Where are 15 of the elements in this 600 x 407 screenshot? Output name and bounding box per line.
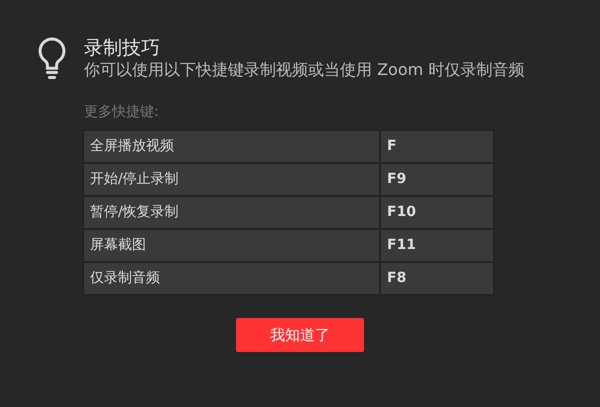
key-cell: F10 <box>381 197 493 228</box>
action-cell: 暂停/恢复录制 <box>84 197 379 228</box>
action-cell: 开始/停止录制 <box>84 164 379 195</box>
tip-description: 你可以使用以下快捷键录制视频或当使用 Zoom 时仅录制音频 <box>84 60 526 80</box>
got-it-button[interactable]: 我知道了 <box>236 318 364 352</box>
key-cell: F <box>381 131 493 162</box>
lightbulb-icon <box>36 36 68 80</box>
key-cell: F9 <box>381 164 493 195</box>
action-cell: 仅录制音频 <box>84 263 379 294</box>
key-cell: F11 <box>381 230 493 261</box>
action-cell: 屏幕截图 <box>84 230 379 261</box>
tip-title: 录制技巧 <box>84 36 161 60</box>
key-cell: F8 <box>381 263 493 294</box>
action-cell: 全屏播放视频 <box>84 131 379 162</box>
shortcuts-label: 更多快捷键: <box>84 103 160 122</box>
